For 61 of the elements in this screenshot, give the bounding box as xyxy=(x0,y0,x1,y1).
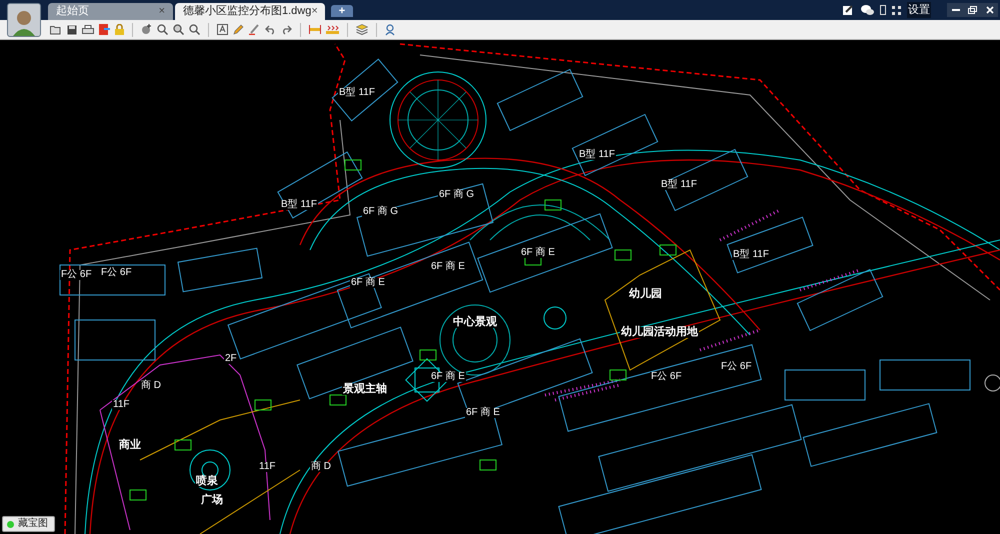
undo-icon[interactable] xyxy=(265,24,276,34)
redo-icon[interactable] xyxy=(281,24,292,34)
lock-icon[interactable] xyxy=(115,24,124,35)
area-label: 幼儿园活动用地 xyxy=(620,327,699,338)
close-button[interactable] xyxy=(981,3,998,17)
zoom-in-icon[interactable] xyxy=(157,24,168,35)
building-label: 6F 商 E xyxy=(465,408,501,418)
building-label: B型 11F xyxy=(732,250,770,260)
close-icon xyxy=(986,6,994,14)
map-button[interactable]: 藏宝图 xyxy=(2,516,55,532)
building-label: B型 11F xyxy=(280,200,318,210)
building-label: 6F 商 E xyxy=(520,248,556,258)
cad-canvas[interactable]: 幼儿园 幼儿园活动用地 中心景观 景观主轴 商业 喷泉 广场 B型 11F B型 11F B型 11F B型 11F B型 11F 6F 商 G 6F 商 G 6F 商 E 6F 商 E 6F 商 E 6F 商 E 6F 商 E F公 6F F公 6F F公 6F F公 6F 商 D 商 D 11F 11F 2F 藏宝图 xyxy=(0,40,1000,534)
building-label: F公 6F xyxy=(720,362,753,372)
tab[interactable]: 德馨小区监控分布图1.dwg× xyxy=(175,3,325,20)
area-label: 喷泉 xyxy=(195,476,219,487)
minimize-button[interactable] xyxy=(947,3,964,17)
zoom-window-icon[interactable] xyxy=(173,24,184,35)
area-label: 广场 xyxy=(200,495,224,506)
building-label: F公 6F xyxy=(60,270,93,280)
restore-icon xyxy=(968,6,977,14)
building-label: F公 6F xyxy=(650,372,683,382)
grid-icon[interactable] xyxy=(892,6,901,14)
pdf-export-icon[interactable] xyxy=(99,24,110,35)
building-label: F公 6F xyxy=(100,268,133,278)
minimize-icon xyxy=(952,9,960,11)
measure-icon[interactable] xyxy=(309,25,321,34)
building-label: 6F 商 G xyxy=(362,207,400,217)
building-label: B型 11F xyxy=(338,88,376,98)
phone-icon[interactable] xyxy=(880,5,886,15)
building-label: 11F xyxy=(258,462,276,472)
building-label: 商 D xyxy=(140,381,162,391)
dimension-icon[interactable] xyxy=(326,24,339,34)
save-icon[interactable] xyxy=(67,24,77,34)
building-label: 6F 商 E xyxy=(430,372,466,382)
building-label: 商 D xyxy=(310,462,332,472)
user-stamp-icon[interactable] xyxy=(385,24,397,36)
user-avatar[interactable] xyxy=(7,3,41,37)
building-label: 2F xyxy=(224,354,238,364)
area-label: 中心景观 xyxy=(452,317,498,328)
new-tab-button[interactable]: + xyxy=(331,5,353,17)
area-label: 幼儿园 xyxy=(628,289,663,300)
building-label: B型 11F xyxy=(660,180,698,190)
edit-icon[interactable] xyxy=(842,4,854,16)
print-icon[interactable] xyxy=(82,24,94,34)
pencil-icon[interactable] xyxy=(233,24,244,35)
settings-link[interactable]: 设置 xyxy=(907,2,931,18)
building-label: 6F 商 E xyxy=(430,262,466,272)
area-label: 商业 xyxy=(118,440,142,451)
layers-icon[interactable] xyxy=(356,24,368,35)
building-label: B型 11F xyxy=(578,150,616,160)
brush-icon[interactable] xyxy=(249,24,260,35)
building-label: 6F 商 G xyxy=(438,190,476,200)
tab-close-button[interactable]: × xyxy=(311,3,318,20)
area-label: 景观主轴 xyxy=(342,384,388,395)
building-label: 6F 商 E xyxy=(350,278,386,288)
zoom-extents-icon[interactable] xyxy=(189,24,200,35)
chat-icon[interactable] xyxy=(860,4,874,16)
building-label: 11F xyxy=(112,400,130,410)
open-folder-icon[interactable] xyxy=(50,24,62,34)
text-tool-icon[interactable] xyxy=(217,24,228,35)
